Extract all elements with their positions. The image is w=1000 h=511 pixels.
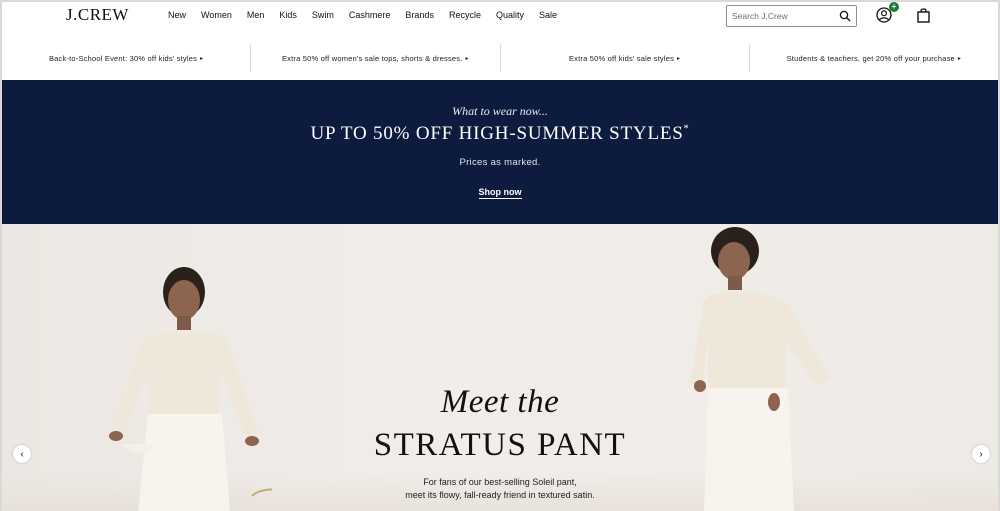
carousel-next-button[interactable]: › xyxy=(972,445,990,463)
main-nav: New Women Men Kids Swim Cashmere Brands … xyxy=(168,10,572,20)
nav-recycle[interactable]: Recycle xyxy=(449,10,481,20)
promo-item[interactable]: Students & teachers, get 20% off your pu… xyxy=(750,44,998,72)
banner-headline-text: UP TO 50% OFF HIGH-SUMMER STYLES xyxy=(310,123,684,144)
shop-now-label[interactable]: Shop now xyxy=(478,187,522,199)
nav-men[interactable]: Men xyxy=(247,10,265,20)
hero-description: For fans of our best-selling Soleil pant… xyxy=(2,476,998,502)
hero-carousel: Meet the STRATUS PANT For fans of our be… xyxy=(2,224,998,511)
nav-sale[interactable]: Sale xyxy=(539,10,557,20)
sale-banner[interactable]: What to wear now... UP TO 50% OFF HIGH-S… xyxy=(2,80,998,224)
jcrew-logo[interactable]: J.CREW xyxy=(66,5,129,25)
nav-kids[interactable]: Kids xyxy=(279,10,297,20)
promo-item[interactable]: Extra 50% off kids' sale styles ▸ xyxy=(501,44,750,72)
banner-headline: UP TO 50% OFF HIGH-SUMMER STYLES* xyxy=(2,123,998,145)
promo-text: Students & teachers, get 20% off your pu… xyxy=(786,53,955,63)
promo-text: Extra 50% off women's sale tops, shorts … xyxy=(281,53,463,63)
nav-swim[interactable]: Swim xyxy=(312,10,334,20)
banner-headline-mark: * xyxy=(683,123,690,135)
search-input[interactable] xyxy=(732,11,832,21)
site-header: J.CREW New Women Men Kids Swim Cashmere … xyxy=(2,2,998,32)
nav-cashmere[interactable]: Cashmere xyxy=(349,10,391,20)
nav-quality[interactable]: Quality xyxy=(496,10,524,20)
search-icon[interactable] xyxy=(839,10,851,22)
carousel-prev-button[interactable]: ‹ xyxy=(13,445,31,463)
hero-title-caps: STRATUS PANT xyxy=(373,427,627,463)
banner-subtext: Prices as marked. xyxy=(459,157,541,168)
caret-right-icon: ▸ xyxy=(465,55,469,62)
chevron-right-icon: › xyxy=(979,448,983,460)
hero-desc-line: meet its flowy, fall-ready friend in tex… xyxy=(405,490,595,500)
search-box xyxy=(726,5,857,27)
hero-desc-line: For fans of our best-selling Soleil pant… xyxy=(423,477,577,487)
hero-title-italic: Meet the xyxy=(440,384,560,420)
bag-icon[interactable] xyxy=(916,7,931,23)
shop-now-link[interactable]: Shop now xyxy=(2,187,998,199)
account-badge: + xyxy=(889,2,899,12)
promo-text: Back-to-School Event: 30% off kids' styl… xyxy=(48,53,198,63)
promo-item[interactable]: Back-to-School Event: 30% off kids' styl… xyxy=(2,44,252,72)
caret-right-icon: ▸ xyxy=(677,55,681,62)
banner-kicker: What to wear now... xyxy=(452,104,548,118)
promo-text: Extra 50% off kids' sale styles xyxy=(568,53,675,63)
hero-image-model-left xyxy=(102,246,272,511)
chevron-left-icon: ‹ xyxy=(20,448,24,460)
hero-image-model-right xyxy=(682,226,852,511)
nav-women[interactable]: Women xyxy=(201,10,232,20)
promo-strip: Back-to-School Event: 30% off kids' styl… xyxy=(2,38,998,78)
caret-right-icon: ▸ xyxy=(957,55,962,62)
nav-brands[interactable]: Brands xyxy=(405,10,434,20)
page: J.CREW New Women Men Kids Swim Cashmere … xyxy=(2,2,998,511)
nav-new[interactable]: New xyxy=(168,10,186,20)
promo-item[interactable]: Extra 50% off women's sale tops, shorts … xyxy=(251,44,501,72)
caret-right-icon: ▸ xyxy=(200,55,204,62)
